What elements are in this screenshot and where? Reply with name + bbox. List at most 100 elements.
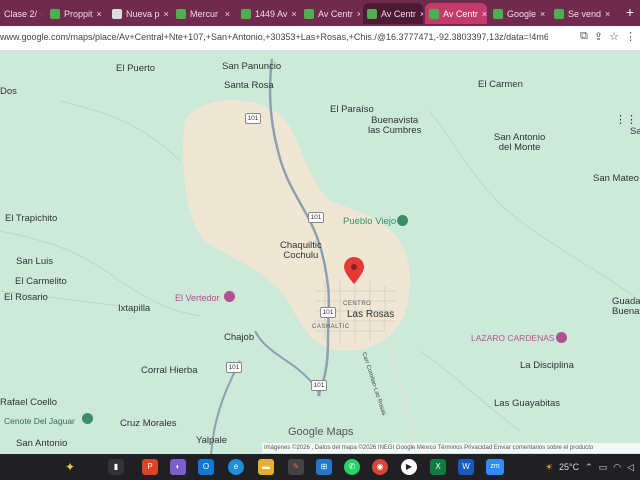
apps-grid-icon[interactable]: ⋮⋮ — [615, 113, 637, 126]
place-label: El Paraíso — [330, 104, 374, 115]
route-shield: 101 — [311, 380, 327, 391]
place-label: Santa Rosa — [224, 80, 274, 91]
map-canvas[interactable]: El Puerto San Panuncio Santa Rosa Dos El… — [0, 51, 640, 454]
route-shield: 101 — [320, 307, 336, 318]
place-label: El Carmen — [478, 79, 523, 90]
tab-se-vend[interactable]: Se vend × — [550, 3, 614, 24]
tab-av-centr-2[interactable]: Av Centr × — [363, 3, 423, 24]
copilot-icon[interactable]: ✦ — [62, 459, 78, 475]
weather-icon[interactable]: ☀ — [545, 462, 553, 473]
chrome-icon[interactable]: ◉ — [372, 459, 388, 475]
url-field[interactable]: www.google.com/maps/place/Av+Central+Nte… — [0, 32, 548, 42]
close-icon[interactable]: × — [540, 9, 545, 19]
close-icon[interactable]: × — [164, 9, 169, 19]
favicon-icon — [50, 8, 60, 19]
new-tab-button[interactable]: + — [626, 4, 634, 20]
place-label: Yalpale — [196, 435, 227, 446]
close-icon[interactable]: × — [225, 9, 230, 19]
poi-icon[interactable] — [224, 291, 235, 302]
edge-icon[interactable]: e — [228, 459, 244, 475]
tab-av-centr-1[interactable]: Av Centr × — [300, 3, 360, 24]
excel-icon[interactable]: X — [430, 459, 446, 475]
close-icon[interactable]: × — [420, 9, 423, 19]
share-icon[interactable]: ⇪ — [594, 30, 603, 43]
favicon-icon — [176, 8, 186, 19]
tab-label: Av Centr — [381, 8, 416, 19]
tab-1449[interactable]: 1449 Av × — [237, 3, 297, 24]
place-label: El Carmelito — [15, 276, 67, 287]
favicon-icon — [493, 8, 503, 19]
close-icon[interactable]: × — [41, 9, 42, 19]
taskbar: ✦ ▮ P ◐ O e ▬ ✎ ⊞ ✆ ◉ ▶ X W zm ☀ 25°C ⌃ … — [0, 454, 640, 480]
place-label: San Antonio — [16, 438, 68, 449]
place-label: El Vertedor — [175, 293, 220, 303]
wifi-icon[interactable]: ◠ — [613, 462, 621, 473]
tab-nueva[interactable]: Nueva p × — [108, 3, 170, 24]
tab-label: Nueva p — [126, 8, 160, 19]
place-label: Guadal Buenav — [612, 296, 640, 317]
park-icon[interactable] — [82, 413, 93, 424]
tab-mercur[interactable]: Mercur × — [172, 3, 234, 24]
tab-label: Mercur — [190, 8, 219, 19]
copilot-app-icon[interactable]: ◐ — [170, 459, 186, 475]
windows-icon[interactable]: ⊞ — [316, 459, 332, 475]
place-label: San Luis — [16, 256, 53, 267]
place-label: El Rosario — [4, 292, 48, 303]
network-icon[interactable]: ▭ — [599, 462, 608, 473]
place-label: Cruz Morales — [120, 418, 177, 429]
word-icon[interactable]: W — [458, 459, 474, 475]
place-label: La Disciplina — [520, 360, 574, 371]
extensions-icon[interactable]: ⋮ — [625, 30, 636, 43]
whatsapp-icon[interactable]: ✆ — [344, 459, 360, 475]
tab-av-centr-active[interactable]: Av Centr × — [425, 3, 487, 24]
route-shield: 101 — [308, 212, 324, 223]
route-shield: 101 — [226, 362, 242, 373]
tab-search-icon[interactable]: ⧉ — [580, 30, 588, 43]
place-label: Chaquiltic Cochulu — [280, 240, 322, 261]
favicon-icon — [304, 8, 314, 19]
file-explorer-icon[interactable]: ▬ — [258, 459, 274, 475]
chevron-up-icon[interactable]: ⌃ — [585, 462, 593, 473]
poi-icon[interactable] — [556, 332, 567, 343]
close-icon[interactable]: × — [97, 9, 102, 19]
tab-label: Av Centr — [443, 8, 478, 19]
close-icon[interactable]: × — [605, 9, 610, 19]
volume-icon[interactable]: ◁ — [627, 462, 634, 473]
star-icon[interactable]: ☆ — [609, 30, 619, 43]
pen-icon[interactable]: ✎ — [288, 459, 304, 475]
park-icon[interactable] — [397, 215, 408, 226]
tab-clase[interactable]: Clase 2/× — [0, 3, 42, 24]
place-label: San Panuncio — [222, 61, 282, 72]
tab-proppit[interactable]: Proppit × — [46, 3, 104, 24]
favicon-icon — [429, 8, 439, 19]
tab-label: Av Centr — [318, 8, 353, 19]
task-view-icon[interactable]: ▮ — [108, 459, 124, 475]
google-maps-logo: Google Maps — [288, 426, 354, 438]
outlook-icon[interactable]: O — [198, 459, 214, 475]
favicon-icon — [241, 8, 251, 19]
tab-label: Google — [507, 8, 537, 19]
place-label: Cenote Del Jaguar — [4, 416, 75, 426]
place-label: Sa — [630, 126, 640, 137]
place-label: Buenavista las Cumbres — [368, 115, 422, 136]
close-icon[interactable]: × — [357, 9, 360, 19]
close-icon[interactable]: × — [291, 9, 296, 19]
favicon-icon — [554, 8, 564, 19]
tab-google[interactable]: Google × — [489, 3, 547, 24]
close-icon[interactable]: × — [482, 9, 487, 19]
place-label: Rafael Coello — [0, 397, 58, 408]
neighborhood-label: CENTRO — [343, 301, 372, 307]
neighborhood-label: CASHALTIC — [312, 324, 350, 330]
place-label: El Puerto — [116, 63, 156, 74]
map-attribution: Imágenes ©2026 , Datos del mapa ©2026 IN… — [262, 443, 640, 453]
zoom-icon[interactable]: zm — [486, 459, 504, 475]
media-player-icon[interactable]: ▶ — [401, 459, 417, 475]
system-tray: ☀ 25°C ⌃ ▭ ◠ ◁ — [545, 454, 640, 480]
place-label: Dos — [0, 86, 17, 97]
place-label: San Antonio del Monte — [494, 132, 546, 153]
place-label: LAZARO CARDENAS — [471, 333, 555, 343]
powerpoint-icon[interactable]: P — [142, 459, 158, 475]
favicon-icon — [112, 8, 122, 19]
temperature[interactable]: 25°C — [559, 462, 579, 472]
place-label: San Mateo — [593, 173, 639, 184]
